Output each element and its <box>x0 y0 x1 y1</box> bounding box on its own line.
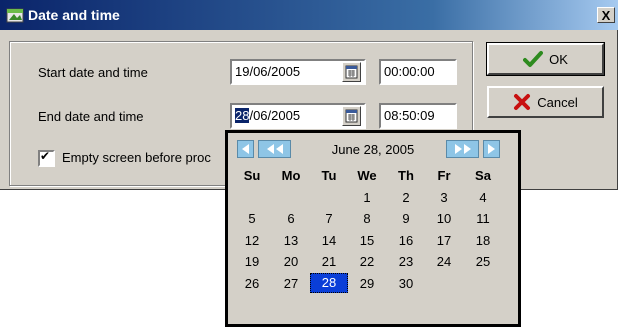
end-date-picker-button[interactable] <box>342 106 361 126</box>
calendar-day[interactable]: 12 <box>237 233 267 248</box>
cancel-button[interactable]: Cancel <box>487 86 604 118</box>
end-date-rest: /06/2005 <box>249 108 301 123</box>
calendar-icon <box>345 109 358 123</box>
calendar-window-icon <box>6 8 24 23</box>
start-date-label: Start date and time <box>38 65 148 80</box>
weekday-mo: Mo <box>281 168 301 183</box>
window-title: Date and time <box>28 7 120 23</box>
ok-label: OK <box>549 51 568 67</box>
calendar-popup: June 28, 2005 Su Mo Tu We Th Fr Sa 1 2 3 4 5 6 7 8 9 10… <box>225 130 521 327</box>
ok-button[interactable]: OK <box>486 42 605 76</box>
close-button[interactable]: X <box>597 7 615 23</box>
end-date-selected-day: 28 <box>235 108 250 123</box>
calendar-day[interactable]: 22 <box>352 254 382 269</box>
calendar-day[interactable]: 30 <box>391 276 421 291</box>
start-time-field[interactable]: 00:00:00 <box>379 59 457 85</box>
empty-screen-label: Empty screen before proc <box>62 150 211 165</box>
empty-screen-checkbox[interactable]: ✔ <box>38 149 55 167</box>
calendar-day[interactable]: 7 <box>314 211 344 226</box>
calendar-day[interactable]: 20 <box>276 254 306 269</box>
weekday-su: Su <box>243 168 261 183</box>
calendar-day[interactable]: 10 <box>429 211 459 226</box>
calendar-day[interactable]: 16 <box>391 233 421 248</box>
calendar-day[interactable]: 4 <box>468 190 498 205</box>
weekday-th: Th <box>398 168 414 183</box>
checkmark-icon: ✔ <box>40 149 51 163</box>
weekday-header: Su Mo Tu We Th Fr Sa <box>237 166 508 186</box>
calendar-day[interactable]: 8 <box>352 211 382 226</box>
calendar-day[interactable]: 27 <box>276 276 306 291</box>
weekday-we: We <box>357 168 377 183</box>
start-date-picker-button[interactable] <box>342 62 361 82</box>
calendar-day[interactable]: 13 <box>276 233 306 248</box>
x-icon <box>514 94 531 110</box>
next-month-button[interactable] <box>483 140 500 158</box>
weekday-tu: Tu <box>321 168 337 183</box>
calendar-day[interactable]: 29 <box>352 276 382 291</box>
arrow-right-icon <box>463 144 471 154</box>
end-time-field[interactable]: 08:50:09 <box>379 103 457 129</box>
calendar-day[interactable]: 3 <box>429 190 459 205</box>
title-bar: Date and time X <box>0 0 618 30</box>
next-year-button[interactable] <box>446 140 479 158</box>
calendar-day-selected[interactable]: 28 <box>310 273 348 293</box>
calendar-day[interactable]: 14 <box>314 233 344 248</box>
arrow-right-icon <box>454 144 462 154</box>
calendar-day[interactable]: 21 <box>314 254 344 269</box>
calendar-day[interactable]: 26 <box>237 276 267 291</box>
calendar-day[interactable]: 1 <box>352 190 382 205</box>
arrow-right-icon <box>488 144 495 154</box>
calendar-day[interactable]: 2 <box>391 190 421 205</box>
calendar-day[interactable]: 9 <box>391 211 421 226</box>
cancel-label: Cancel <box>537 94 578 110</box>
calendar-day[interactable]: 23 <box>391 254 421 269</box>
weekday-sa: Sa <box>475 168 491 183</box>
checkmark-icon <box>523 51 544 67</box>
end-date-label: End date and time <box>38 109 144 124</box>
calendar-day[interactable]: 5 <box>237 211 267 226</box>
calendar-day[interactable]: 25 <box>468 254 498 269</box>
calendar-icon <box>345 65 358 79</box>
calendar-day[interactable]: 11 <box>468 211 498 226</box>
calendar-day[interactable]: 19 <box>237 254 267 269</box>
calendar-day[interactable]: 15 <box>352 233 382 248</box>
weekday-fr: Fr <box>437 168 451 183</box>
calendar-day[interactable]: 18 <box>468 233 498 248</box>
calendar-day[interactable]: 24 <box>429 254 459 269</box>
calendar-day[interactable]: 6 <box>276 211 306 226</box>
calendar-day[interactable]: 17 <box>429 233 459 248</box>
